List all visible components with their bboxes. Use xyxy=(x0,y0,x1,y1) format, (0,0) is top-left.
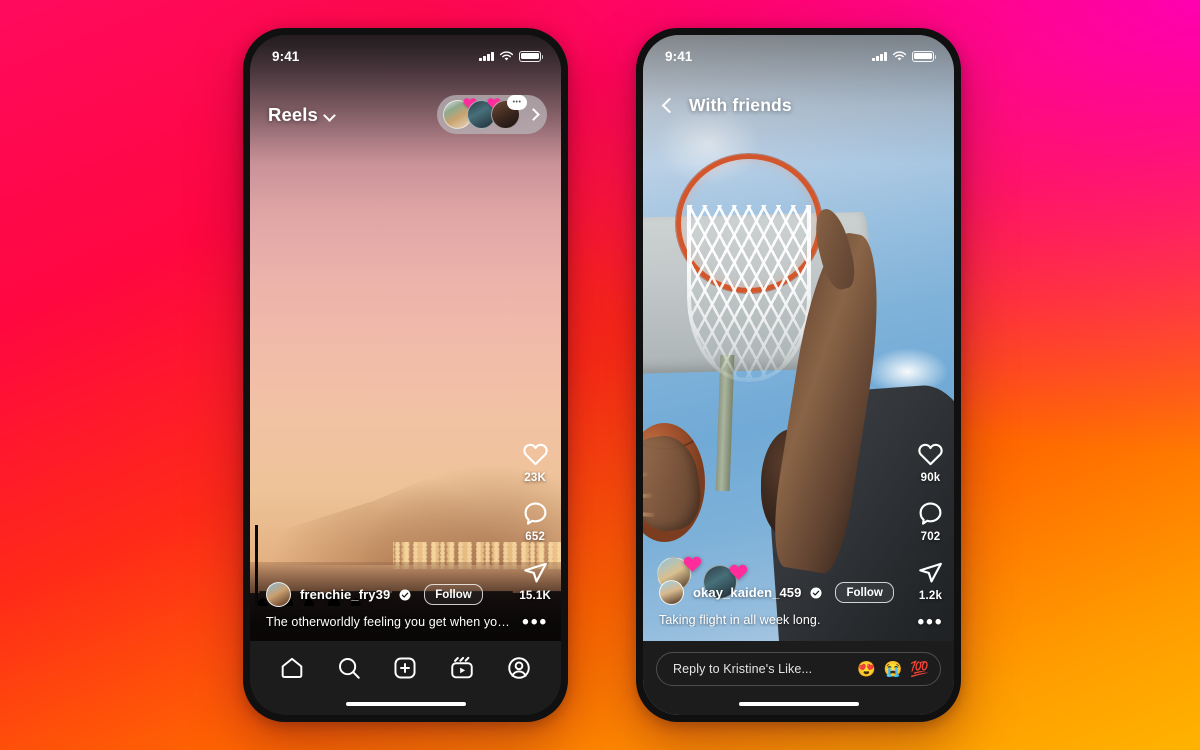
username[interactable]: okay_kaiden_459 xyxy=(693,585,801,600)
screenshot-stage: 9:41 Reels ••• 23K 652 15.1K ••• frenchi… xyxy=(0,0,1200,750)
action-rail: 90k 702 1.2k ••• ♫ xyxy=(917,441,944,672)
comment-icon xyxy=(524,502,547,525)
back-chevron-icon[interactable] xyxy=(661,96,675,116)
phone-device-reels: 9:41 Reels ••• 23K 652 15.1K ••• frenchi… xyxy=(243,28,568,722)
page-title: With friends xyxy=(689,95,792,115)
follow-button[interactable]: Follow xyxy=(424,584,483,605)
cellular-signal-icon xyxy=(872,51,887,61)
wifi-icon xyxy=(892,50,907,61)
home-icon[interactable] xyxy=(279,655,305,681)
phone-screen-reels: 9:41 Reels ••• 23K 652 15.1K ••• frenchi… xyxy=(250,35,561,715)
like-button[interactable]: 23K xyxy=(522,441,549,484)
like-button[interactable]: 90k xyxy=(917,441,944,484)
with-friends-header: With friends xyxy=(643,95,954,116)
reels-header: Reels ••• xyxy=(250,95,561,134)
quick-reaction-heart-eyes[interactable]: 😍 xyxy=(857,662,876,677)
heart-icon xyxy=(918,443,943,466)
post-meta: frenchie_fry39 Follow The otherworldly f… xyxy=(250,582,561,629)
heart-icon xyxy=(523,443,548,466)
battery-icon xyxy=(519,50,544,62)
like-count: 90k xyxy=(920,472,941,484)
phone-screen-with-friends: 9:41 With friends 90k 702 1.2k ••• okay_… xyxy=(643,35,954,715)
post-meta: okay_kaiden_459 Follow Taking flight in … xyxy=(643,580,954,627)
like-count: 23K xyxy=(524,472,546,484)
tray-avatar-3[interactable]: ••• xyxy=(491,95,527,129)
follow-button[interactable]: Follow xyxy=(835,582,894,603)
status-bar: 9:41 xyxy=(250,35,561,69)
battery-icon xyxy=(912,50,937,62)
status-time: 9:41 xyxy=(665,48,693,64)
reels-icon[interactable] xyxy=(449,655,475,681)
status-icons xyxy=(479,50,544,62)
comment-button[interactable]: 652 xyxy=(522,500,549,543)
post-author-row: okay_kaiden_459 Follow xyxy=(659,580,940,605)
reels-title-group[interactable]: Reels xyxy=(268,104,335,126)
post-caption[interactable]: Taking flight in all week long. xyxy=(659,613,940,627)
avatar[interactable] xyxy=(659,580,684,605)
page-title: Reels xyxy=(268,103,318,125)
search-icon[interactable] xyxy=(336,655,362,681)
post-caption[interactable]: The otherworldly feeling you get when yo… xyxy=(266,615,547,629)
comment-button[interactable]: 702 xyxy=(917,500,944,543)
cellular-signal-icon xyxy=(479,51,494,61)
quick-reaction-hundred[interactable]: 💯 xyxy=(910,662,929,677)
reply-placeholder: Reply to Kristine's Like... xyxy=(673,662,813,676)
speech-bubble-sticker: ••• xyxy=(507,95,527,110)
quick-reactions: 😍 😭 💯 xyxy=(857,662,929,677)
friends-reaction-tray[interactable]: ••• xyxy=(437,95,547,134)
phone-device-with-friends: 9:41 With friends 90k 702 1.2k ••• okay_… xyxy=(636,28,961,722)
wifi-icon xyxy=(499,50,514,61)
plus-square-icon[interactable] xyxy=(392,655,418,681)
chevron-down-icon[interactable] xyxy=(324,110,335,121)
verified-badge-icon xyxy=(810,587,822,598)
profile-icon[interactable] xyxy=(506,655,532,681)
status-bar: 9:41 xyxy=(643,35,954,69)
status-time: 9:41 xyxy=(272,48,300,64)
home-indicator xyxy=(345,701,466,706)
chevron-right-icon[interactable] xyxy=(525,106,543,124)
heart-sticker xyxy=(683,556,702,572)
quick-reaction-sob[interactable]: 😭 xyxy=(884,662,903,677)
status-icons xyxy=(872,50,937,62)
comment-count: 652 xyxy=(525,531,546,543)
username[interactable]: frenchie_fry39 xyxy=(300,587,390,602)
avatar[interactable] xyxy=(266,582,291,607)
basketball-net xyxy=(686,205,811,382)
comment-count: 702 xyxy=(920,531,941,543)
post-author-row: frenchie_fry39 Follow xyxy=(266,582,547,607)
comment-icon xyxy=(919,502,942,525)
reply-input[interactable]: Reply to Kristine's Like... 😍 😭 💯 xyxy=(656,652,941,686)
verified-badge-icon xyxy=(399,589,411,600)
home-indicator xyxy=(738,701,859,706)
action-rail: 23K 652 15.1K ••• ♫ xyxy=(519,441,551,672)
heart-sticker xyxy=(729,564,748,580)
